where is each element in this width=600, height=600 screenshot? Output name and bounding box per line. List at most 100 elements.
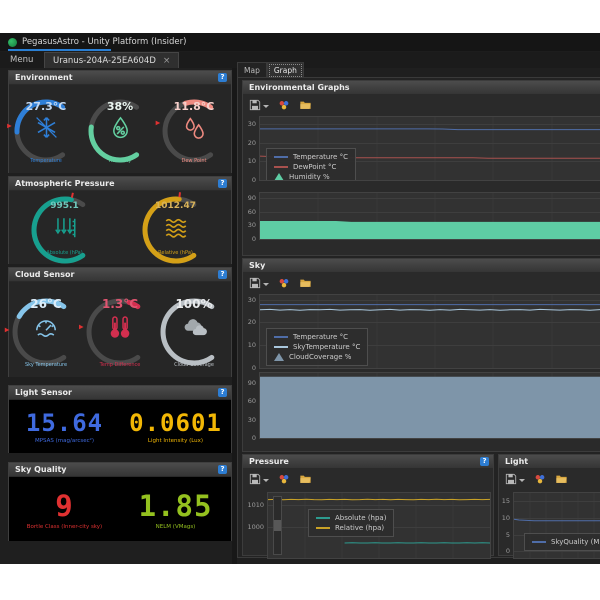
legend-line-marker-icon [532,541,546,543]
save-chart-button[interactable] [505,473,525,485]
gauge-value: 11.8°C [158,100,230,113]
panel-light-sensor: Light Sensor ? 15.64 MPSAS (mag/arcsec²)… [8,385,232,453]
palette-icon[interactable] [534,473,546,485]
chart-light: SkyQuality (MPSAS) [513,492,600,559]
tab-device[interactable]: Uranus-204A-25EA604D × [44,52,179,68]
open-folder-button[interactable] [299,99,312,111]
gauge-sky-temperature: ▶26°CSky Temperature [9,284,83,376]
gauge-label: Temp Difference [83,362,157,368]
open-folder-button[interactable] [299,277,312,289]
panel-sky-quality: Sky Quality ? 9 Bortle Class (Inner-city… [8,462,232,541]
help-icon[interactable]: ? [480,457,489,466]
panel-pressure-header: Pressure ? [243,455,493,469]
titlebar: PegasusAstro - Unity Platform (Insider) [0,33,600,51]
open-folder-button[interactable] [555,473,568,485]
panel-title: Light Sensor [15,388,218,397]
display-light-intensity: 0.0601 Light Intensity (Lux) [120,400,231,453]
legend-label: Relative (hpa) [335,524,384,532]
clouds-icon [157,314,231,340]
legend-item: DewPoint °C [274,162,348,172]
chevron-down-icon [519,479,525,485]
snowflake-sun-icon [10,115,82,140]
y-axis: 051015 [499,492,513,559]
panel-cloud-sensor: Cloud Sensor ? ▶26°CSky Temperature ▶1.3… [8,267,232,377]
help-icon[interactable]: ? [218,179,227,188]
bortle-label: Bortle Class (Inner-city sky) [27,524,102,530]
help-icon[interactable]: ? [218,73,227,82]
panel-title: Pressure [249,457,480,466]
save-chart-button[interactable] [249,473,269,485]
palette-icon[interactable] [278,473,290,485]
gauge-humidity: 38%Humidity [84,87,156,171]
help-icon[interactable]: ? [218,388,227,397]
gauge-dew-point: ▶11.8°CDew Point [158,87,230,171]
light-intensity-value: 0.0601 [129,409,222,437]
palette-icon[interactable] [278,99,290,111]
atmospheric-pressure-gauges: 995.1Absolute (hPa) 1012.47Relative (hPa… [9,191,231,264]
gauge-label: Humidity [84,158,156,164]
palette-icon[interactable] [278,277,290,289]
y-tick-label: 0 [252,176,256,184]
nelm-value: 1.85 [139,489,213,523]
chart-sky-cloudcoverage [259,372,600,439]
y-tick-label: 60 [248,397,256,405]
gauge-temperature: ▶27.3°CTemperature [10,87,82,171]
gauge-cloud-coverage: 100% Cloud Coverage [157,284,231,376]
y-tick-label: 30 [248,120,256,128]
y-tick-label: 0 [506,547,510,555]
light-intensity-label: Light Intensity (Lux) [148,438,203,444]
gauge-label: Relative (hPa) [126,250,226,256]
gauge-label: Cloud Coverage [157,362,231,368]
bortle-value: 9 [55,489,73,523]
panel-title: Environment [15,73,218,82]
panel-environment-header: Environment ? [9,71,231,85]
gauge-relative-pressure: 1012.47 Relative (hPa) [126,192,226,264]
legend-label: DewPoint °C [293,163,336,171]
panel-title: Cloud Sensor [15,270,218,279]
app-logo-icon [8,38,17,47]
panel-sky-quality-header: Sky Quality ? [9,463,231,477]
help-icon[interactable]: ? [218,270,227,279]
legend-label: Humidity % [289,173,330,181]
absolute-pressure-icon [15,215,115,241]
open-folder-button[interactable] [299,473,312,485]
legend-label: Temperature °C [293,153,348,161]
gauge-value: 27.3°C [10,100,82,113]
panel-title: Environmental Graphs [249,83,600,92]
legend-item: Relative (hpa) [316,523,386,533]
chart-toolbar [249,276,600,290]
y-tick-label: 30 [248,296,256,304]
y-tick-label: 90 [248,194,256,202]
chart-legend: Temperature °CSkyTemperature °CCloudCove… [266,328,368,366]
y-tick-label: 10 [248,341,256,349]
y-tick-label: 10 [248,157,256,165]
help-icon[interactable]: ? [218,465,227,474]
graphs-container: Environmental Graphs ? [237,77,600,558]
y-tick-label: 0 [252,434,256,442]
gauge-value: 100% [157,297,231,311]
left-column: Environment ? ▶27.3°CTemperature 38%Humi… [8,70,232,541]
chart-env-humidity [259,192,600,240]
app-window: PegasusAstro - Unity Platform (Insider) … [0,33,600,564]
nelm-label: NELM (VMags) [156,524,196,530]
gauge-label: Dew Point [158,158,230,164]
legend-triangle-marker-icon [274,173,284,181]
chart-vertical-scrollbar[interactable] [273,496,282,555]
menu-button[interactable]: Menu [10,55,33,65]
save-chart-button[interactable] [249,99,269,111]
y-tick-label: 15 [502,497,510,505]
panel-cloud-sensor-header: Cloud Sensor ? [9,268,231,282]
close-tab-icon[interactable]: × [163,56,171,66]
panel-light-header: Light ? [499,455,600,469]
gauge-value: 1012.47 [126,201,226,211]
y-tick-label: 90 [248,379,256,387]
droplet-percent-icon [84,115,156,140]
gauge-label: Temperature [10,158,82,164]
save-chart-button[interactable] [249,277,269,289]
y-tick-label: 60 [248,208,256,216]
mpsas-value: 15.64 [26,409,103,437]
y-tick-label: 5 [506,531,510,539]
panel-light: Light ? 0 [498,454,600,556]
y-tick-label: 0 [252,235,256,243]
display-nelm: 1.85 NELM (VMags) [120,477,231,541]
